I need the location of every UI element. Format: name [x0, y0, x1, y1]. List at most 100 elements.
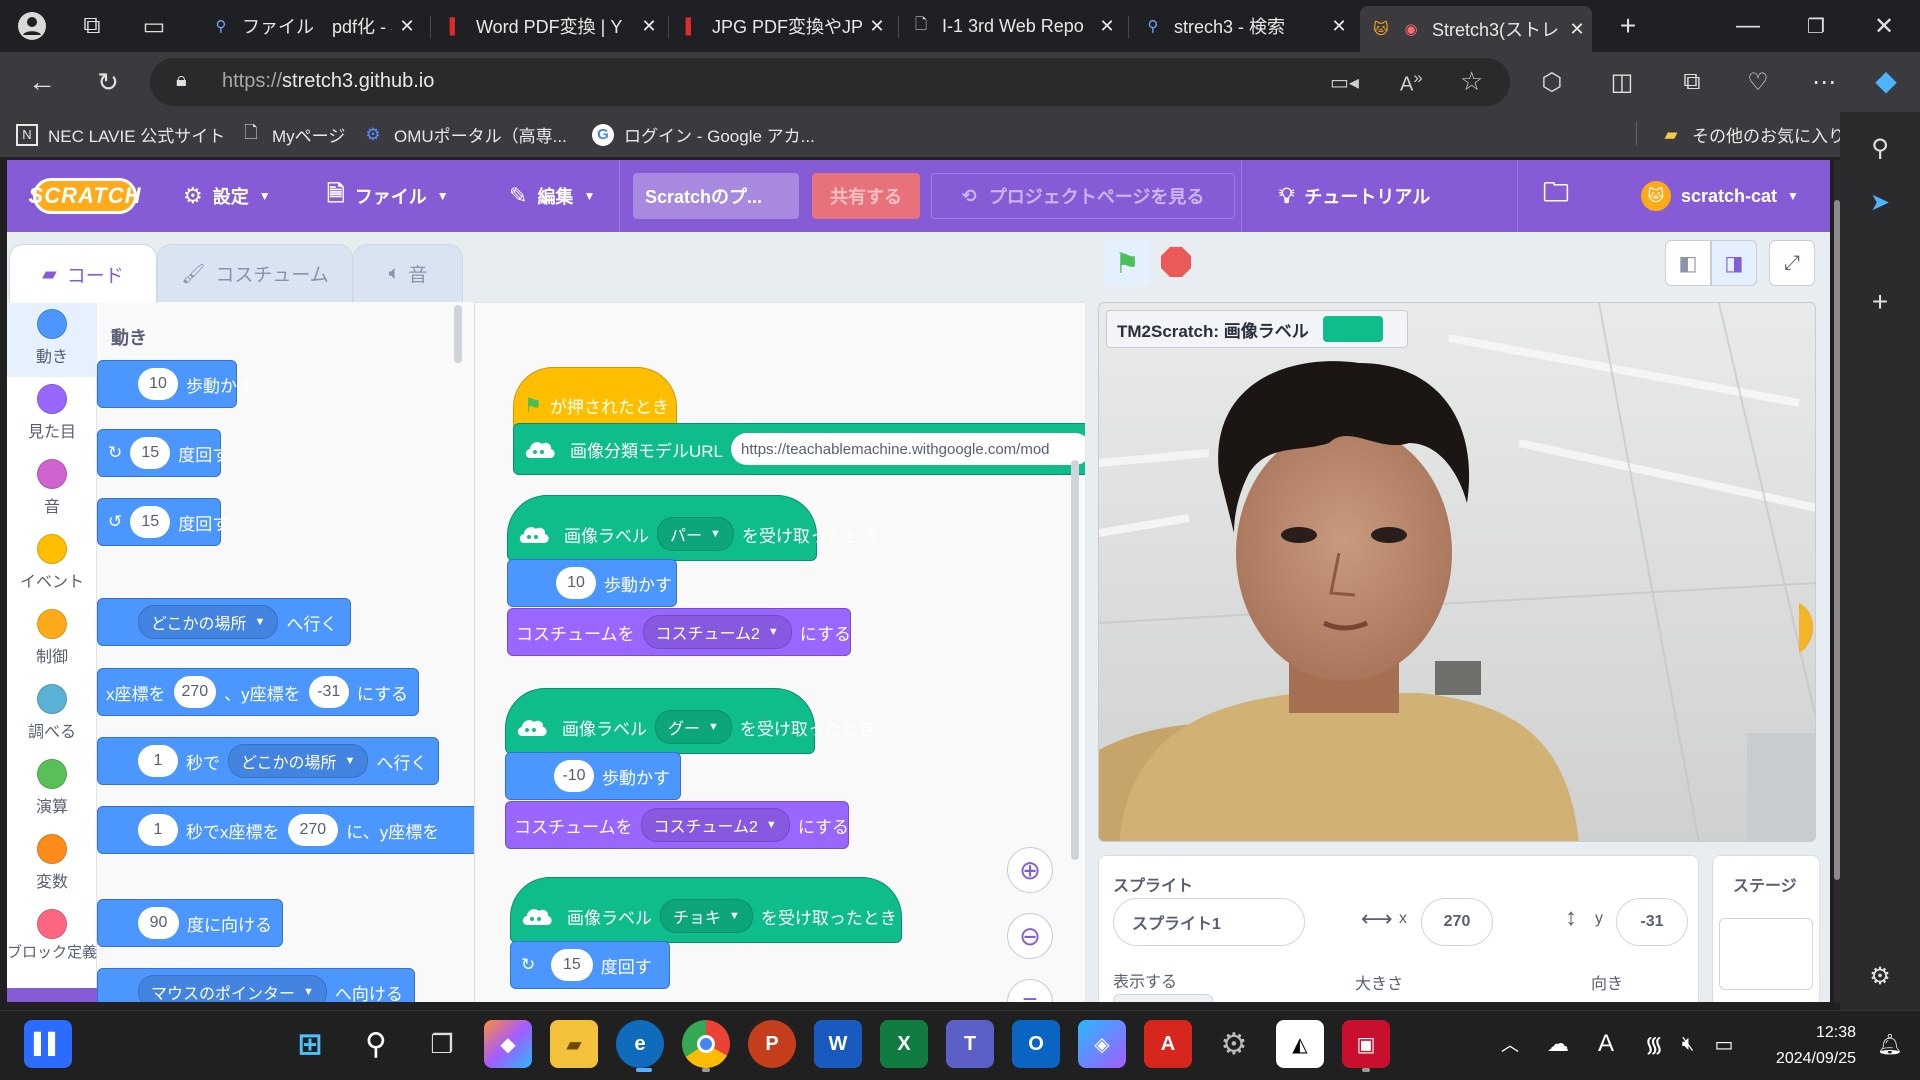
move-block[interactable]: 10 歩動かす [507, 559, 677, 607]
goto-dropdown[interactable]: どこかの場所 ▼ [138, 605, 279, 639]
x-input[interactable]: 270 [173, 676, 217, 708]
degrees-input[interactable]: 15 [130, 506, 171, 538]
edit-menu[interactable]: ✎ 編集 ▼ [509, 160, 595, 232]
fullscreen-button[interactable]: ⤢ [1769, 240, 1815, 286]
my-stuff-button[interactable]: 🗀 [1543, 160, 1579, 232]
split-screen-icon[interactable]: ◫ [1604, 64, 1640, 100]
project-title-input[interactable]: Scratchのプ... [633, 173, 799, 219]
chrome-icon[interactable] [682, 1020, 730, 1068]
category-sound[interactable]: 音 [7, 452, 97, 527]
show-toggle[interactable] [1113, 994, 1213, 1002]
acrobat-icon[interactable]: A [1144, 1020, 1192, 1068]
glide-dropdown[interactable]: どこかの場所 ▼ [228, 744, 369, 778]
category-events[interactable]: イベント [7, 527, 97, 602]
small-stage-button[interactable]: ◧ [1665, 240, 1711, 286]
bookmark-mypage[interactable]: 🗋 Myページ [240, 122, 345, 147]
tab-costumes[interactable]: 🖌︎ コスチューム [157, 244, 353, 302]
turn-right-block[interactable]: ↻ 15 度回す [97, 429, 229, 477]
when-label-received-block[interactable]: 画像ラベル チョキ ▼ を受け取ったとき [510, 877, 902, 943]
costume-dropdown[interactable]: コスチューム2 ▼ [642, 615, 792, 649]
read-aloud-icon[interactable]: A» [1400, 68, 1423, 97]
teams-icon[interactable]: T [946, 1020, 994, 1068]
file-menu[interactable]: 🗎︎ ファイル ▼ [327, 160, 449, 232]
point-direction-block[interactable]: 90 度に向ける [97, 899, 283, 947]
x-input[interactable]: 270 [287, 814, 339, 846]
steps-input[interactable]: -10 [554, 760, 594, 792]
glide-xy-block[interactable]: 1 秒でx座標を 270 に、y座標を [97, 806, 474, 854]
category-sensing[interactable]: 調べる [7, 677, 97, 752]
move-block[interactable]: 10 歩動かす [97, 360, 254, 408]
other-favorites[interactable]: ▰ その他のお気に入り [1660, 122, 1845, 147]
share-button[interactable]: 共有する [812, 173, 920, 219]
stop-button[interactable] [1161, 247, 1191, 277]
when-flag-clicked-block[interactable]: ⚑ が押されたとき [513, 367, 677, 431]
notification-icon[interactable]: 🔔︎ [1866, 1020, 1914, 1068]
close-icon[interactable]: ✕ [392, 16, 422, 37]
category-motion[interactable]: 動き [7, 302, 97, 377]
turn-left-block[interactable]: ↺ 15 度回す [97, 498, 229, 546]
pdf-app-icon[interactable]: ▣ [1342, 1020, 1390, 1068]
start-icon[interactable]: ⊞ [286, 1020, 334, 1068]
extensions-icon[interactable]: ⬡ [1534, 64, 1570, 100]
tutorials-menu[interactable]: 💡︎ チュートリアル [1279, 160, 1430, 232]
camera-icon[interactable]: ▭◂ [1330, 70, 1359, 95]
move-block[interactable]: -10 歩動かす [505, 752, 681, 800]
label-dropdown[interactable]: パー ▼ [657, 517, 734, 551]
tab-sounds[interactable]: 🔈︎ 音 [353, 244, 463, 302]
file-explorer-icon[interactable]: ▰ [550, 1020, 598, 1068]
powerpoint-icon[interactable]: P [748, 1020, 796, 1068]
account-menu[interactable]: 🐱 scratch-cat ▼ [1641, 160, 1799, 232]
search-icon[interactable]: ⚲ [1862, 130, 1898, 166]
variable-monitor[interactable]: TM2Scratch: 画像ラベル [1106, 310, 1408, 348]
close-icon[interactable]: ✕ [1092, 16, 1122, 37]
goto-xy-block[interactable]: x座標を 270 、y座標を -31 にする [97, 668, 419, 716]
sprite-name-field[interactable]: スプライト1 [1113, 898, 1305, 946]
steps-input[interactable]: 10 [556, 567, 596, 599]
point-towards-block[interactable]: マウスのポインター ▼ へ向ける [97, 968, 415, 1002]
bookmark-google[interactable]: G ログイン - Google アカ... [592, 122, 815, 147]
category-operators[interactable]: 演算 [7, 752, 97, 827]
copilot-icon[interactable]: ◆ [484, 1020, 532, 1068]
back-icon[interactable]: ← [24, 64, 60, 100]
url-field[interactable]: 🔒︎ https://stretch3.github.io ▭◂ A» ☆ [150, 58, 1510, 106]
window-close-icon[interactable]: ✕ [1866, 8, 1902, 44]
y-input[interactable]: -31 [308, 676, 349, 708]
scratch-logo[interactable]: SCRATCH [29, 178, 140, 214]
browser-essentials-icon[interactable]: ♡ [1740, 64, 1776, 100]
tab-3[interactable]: ▌ JPG PDF変換やJPG ✕ [670, 6, 892, 46]
excel-icon[interactable]: X [880, 1020, 928, 1068]
task-view-icon[interactable]: ❐ [418, 1020, 466, 1068]
palette-scrollbar[interactable] [454, 305, 462, 363]
workspaces-icon[interactable]: ⧉ [74, 8, 110, 44]
pointto-dropdown[interactable]: マウスのポインター ▼ [138, 975, 327, 1002]
collections-icon[interactable]: ⧉ [1674, 64, 1710, 100]
y-field[interactable]: -31 [1616, 898, 1688, 946]
tray-chevron-icon[interactable]: ︿ [1486, 1020, 1534, 1068]
model-url-input[interactable]: https://teachablemachine.withgoogle.com/… [731, 433, 1085, 465]
degrees-input[interactable]: 15 [130, 437, 171, 469]
search-icon[interactable]: ⚲ [352, 1020, 400, 1068]
tab-code[interactable]: ▰ コード [9, 244, 157, 303]
workspace-scrollbar[interactable] [1071, 460, 1079, 860]
battery-icon[interactable]: ▭ [1700, 1020, 1748, 1068]
stage-selector-pane[interactable]: ステージ [1712, 855, 1820, 1002]
bookmark-nec[interactable]: N NEC LAVIE 公式サイト [16, 122, 225, 147]
glide-block[interactable]: 1 秒で どこかの場所 ▼ へ行く [97, 737, 439, 785]
steps-input[interactable]: 10 [138, 368, 178, 400]
minimize-icon[interactable]: — [1730, 8, 1766, 44]
when-label-received-block[interactable]: 画像ラベル グー ▼ を受け取ったとき [505, 688, 876, 754]
more-icon[interactable]: ⋯ [1806, 64, 1842, 100]
favorite-star-icon[interactable]: ☆ [1460, 66, 1483, 97]
tab-2[interactable]: ▌ Word PDF変換 | Y ✕ [434, 6, 664, 46]
settings-icon[interactable]: ⚙ [1210, 1020, 1258, 1068]
send-icon[interactable]: ➤ [1862, 184, 1898, 220]
add-icon[interactable]: + [1862, 284, 1898, 320]
degrees-input[interactable]: 15 [551, 949, 593, 981]
profile-icon[interactable] [14, 8, 50, 44]
label-dropdown[interactable]: グー ▼ [655, 710, 732, 744]
close-icon[interactable]: ✕ [1324, 16, 1354, 37]
sidebar-settings-icon[interactable]: ⚙ [1862, 958, 1898, 994]
zoom-reset-button[interactable]: = [1007, 979, 1053, 1002]
category-control[interactable]: 制御 [7, 602, 97, 677]
tab-5[interactable]: ⚲ strech3 - 検索 ✕ [1132, 6, 1354, 46]
